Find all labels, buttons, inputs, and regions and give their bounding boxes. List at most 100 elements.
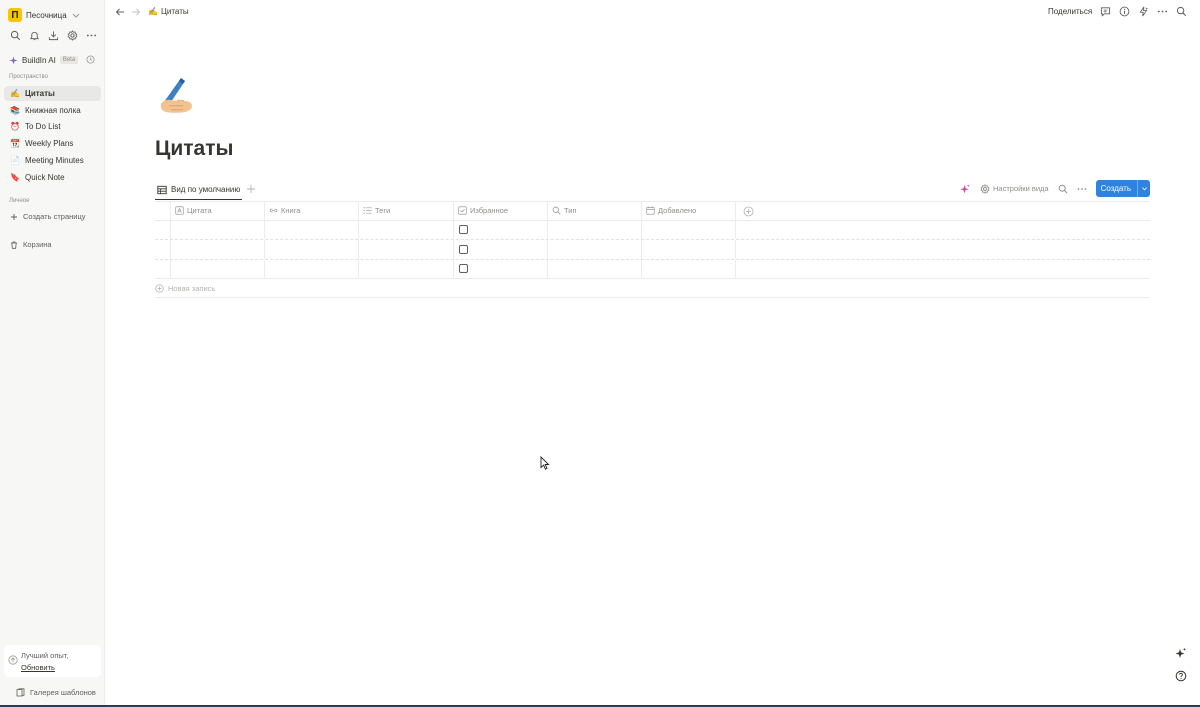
books-icon: 📚 (10, 106, 20, 115)
favorite-checkbox[interactable] (459, 225, 468, 235)
sidebar-item-trash[interactable]: Корзина (10, 240, 52, 249)
create-button[interactable]: Создать (1095, 180, 1150, 197)
sidebar-item-todo[interactable]: ⏰ To Do List (4, 119, 101, 134)
cell-type[interactable] (547, 220, 641, 239)
writing-hand-icon[interactable] (153, 74, 197, 118)
column-header-tags[interactable]: Теги (358, 202, 453, 220)
template-gallery-button[interactable]: Галерея шаблонов (16, 688, 96, 697)
sparkle-icon[interactable] (960, 184, 970, 194)
gallery-label: Галерея шаблонов (30, 688, 96, 697)
sidebar-item-label: Weekly Plans (25, 139, 74, 148)
top-actions (1100, 6, 1187, 17)
sparkle-icon (9, 55, 18, 65)
create-page-button[interactable]: Создать страницу (10, 212, 86, 221)
cell-empty (735, 240, 1150, 259)
upgrade-promo: Лучший опыт, Обновить (4, 645, 101, 677)
favorite-checkbox[interactable] (459, 244, 468, 254)
column-header-type[interactable]: Тип (547, 202, 641, 220)
cell-quote[interactable] (170, 220, 264, 239)
share-button[interactable]: Поделиться (1048, 7, 1092, 16)
table-icon (157, 185, 167, 194)
sidebar-item-weekly-plans[interactable]: 📆 Weekly Plans (4, 136, 101, 151)
sidebar-item-meeting-minutes[interactable]: 📄 Meeting Minutes (4, 153, 101, 168)
text-icon (175, 206, 184, 215)
new-record-button[interactable]: Новая запись (155, 279, 1150, 298)
download-icon[interactable] (48, 30, 59, 41)
table-row[interactable] (155, 220, 1150, 240)
gear-icon (980, 183, 990, 194)
comment-icon[interactable] (1100, 6, 1111, 17)
search-icon[interactable] (1176, 6, 1187, 17)
writing-hand-icon: ✍️ (148, 7, 158, 16)
cell-book[interactable] (264, 259, 358, 278)
section-label-personal: Личное (9, 198, 30, 204)
search-icon[interactable] (1058, 184, 1068, 194)
page-title[interactable]: Цитаты (155, 137, 233, 161)
ai-sparkle-icon[interactable] (1175, 647, 1187, 659)
trash-label: Корзина (23, 240, 52, 249)
template-icon (16, 688, 25, 697)
sidebar-toolbar (10, 30, 97, 41)
table-row[interactable] (155, 259, 1150, 279)
workspace-logo: П (8, 8, 22, 22)
sidebar-item-label: Книжная полка (25, 106, 81, 115)
sidebar-item-quotes[interactable]: ✍️ Цитаты (4, 86, 101, 101)
cell-favorite[interactable] (453, 220, 547, 239)
cell-favorite[interactable] (453, 240, 547, 259)
cell-type[interactable] (547, 259, 641, 278)
database-table: Цитата Книга Теги Избранное Тип Добавлен… (155, 201, 1150, 298)
table-row[interactable] (155, 240, 1150, 260)
view-actions: Настройки вида Создать (960, 180, 1150, 197)
sidebar-item-quick-note[interactable]: 🔖 Quick Note (4, 170, 101, 185)
cell-quote[interactable] (170, 240, 264, 259)
create-dropdown[interactable] (1138, 180, 1150, 197)
writing-hand-icon: ✍️ (10, 89, 20, 98)
cell-added[interactable] (641, 240, 735, 259)
search-icon (552, 206, 561, 215)
column-header-added[interactable]: Добавлено (641, 202, 735, 220)
cell-book[interactable] (264, 220, 358, 239)
info-icon[interactable] (1119, 6, 1130, 17)
cell-tags[interactable] (358, 240, 453, 259)
more-icon[interactable] (1157, 6, 1168, 17)
help-icon[interactable] (1175, 670, 1187, 682)
column-header-add-area (735, 202, 1150, 220)
column-label: Избранное (470, 206, 509, 216)
top-bar: ✍️ Цитаты Поделиться (105, 0, 1200, 26)
column-header-book[interactable]: Книга (264, 202, 358, 220)
breadcrumb[interactable]: ✍️ Цитаты (148, 7, 189, 16)
cell-quote[interactable] (170, 259, 264, 278)
view-settings-button[interactable]: Настройки вида (980, 183, 1049, 194)
upgrade-link[interactable]: Обновить (21, 663, 55, 672)
view-settings-label: Настройки вида (993, 184, 1049, 193)
add-view-icon[interactable] (246, 184, 256, 194)
workspace-switcher[interactable]: П Песочница (8, 7, 81, 23)
add-column-icon[interactable] (743, 206, 754, 217)
add-circle-icon (155, 283, 164, 293)
cell-tags[interactable] (358, 259, 453, 278)
tab-default-view[interactable]: Вид по умолчанию (155, 180, 243, 200)
cell-added[interactable] (641, 259, 735, 278)
favorite-checkbox[interactable] (459, 264, 468, 274)
cell-type[interactable] (547, 240, 641, 259)
search-icon[interactable] (10, 30, 21, 41)
cell-favorite[interactable] (453, 259, 547, 278)
sidebar-item-bookshelf[interactable]: 📚 Книжная полка (4, 103, 101, 118)
column-header-favorite[interactable]: Избранное (453, 202, 547, 220)
gear-icon[interactable] (67, 30, 78, 41)
cell-empty (735, 259, 1150, 278)
ai-assist-icon[interactable] (1138, 6, 1149, 17)
back-arrow-icon[interactable] (115, 7, 125, 17)
column-header-quote[interactable]: Цитата (170, 202, 264, 220)
cell-tags[interactable] (358, 220, 453, 239)
cell-added[interactable] (641, 220, 735, 239)
forward-arrow-icon[interactable] (131, 7, 141, 17)
document-icon: 📄 (10, 156, 20, 165)
more-icon[interactable] (86, 30, 97, 41)
history-icon[interactable] (86, 55, 95, 64)
more-icon[interactable] (1077, 184, 1087, 194)
trash-icon (11, 241, 17, 249)
cell-book[interactable] (264, 240, 358, 259)
sidebar-item-ai[interactable]: BuildIn AI Beta (9, 54, 97, 66)
bell-icon[interactable] (29, 30, 40, 41)
